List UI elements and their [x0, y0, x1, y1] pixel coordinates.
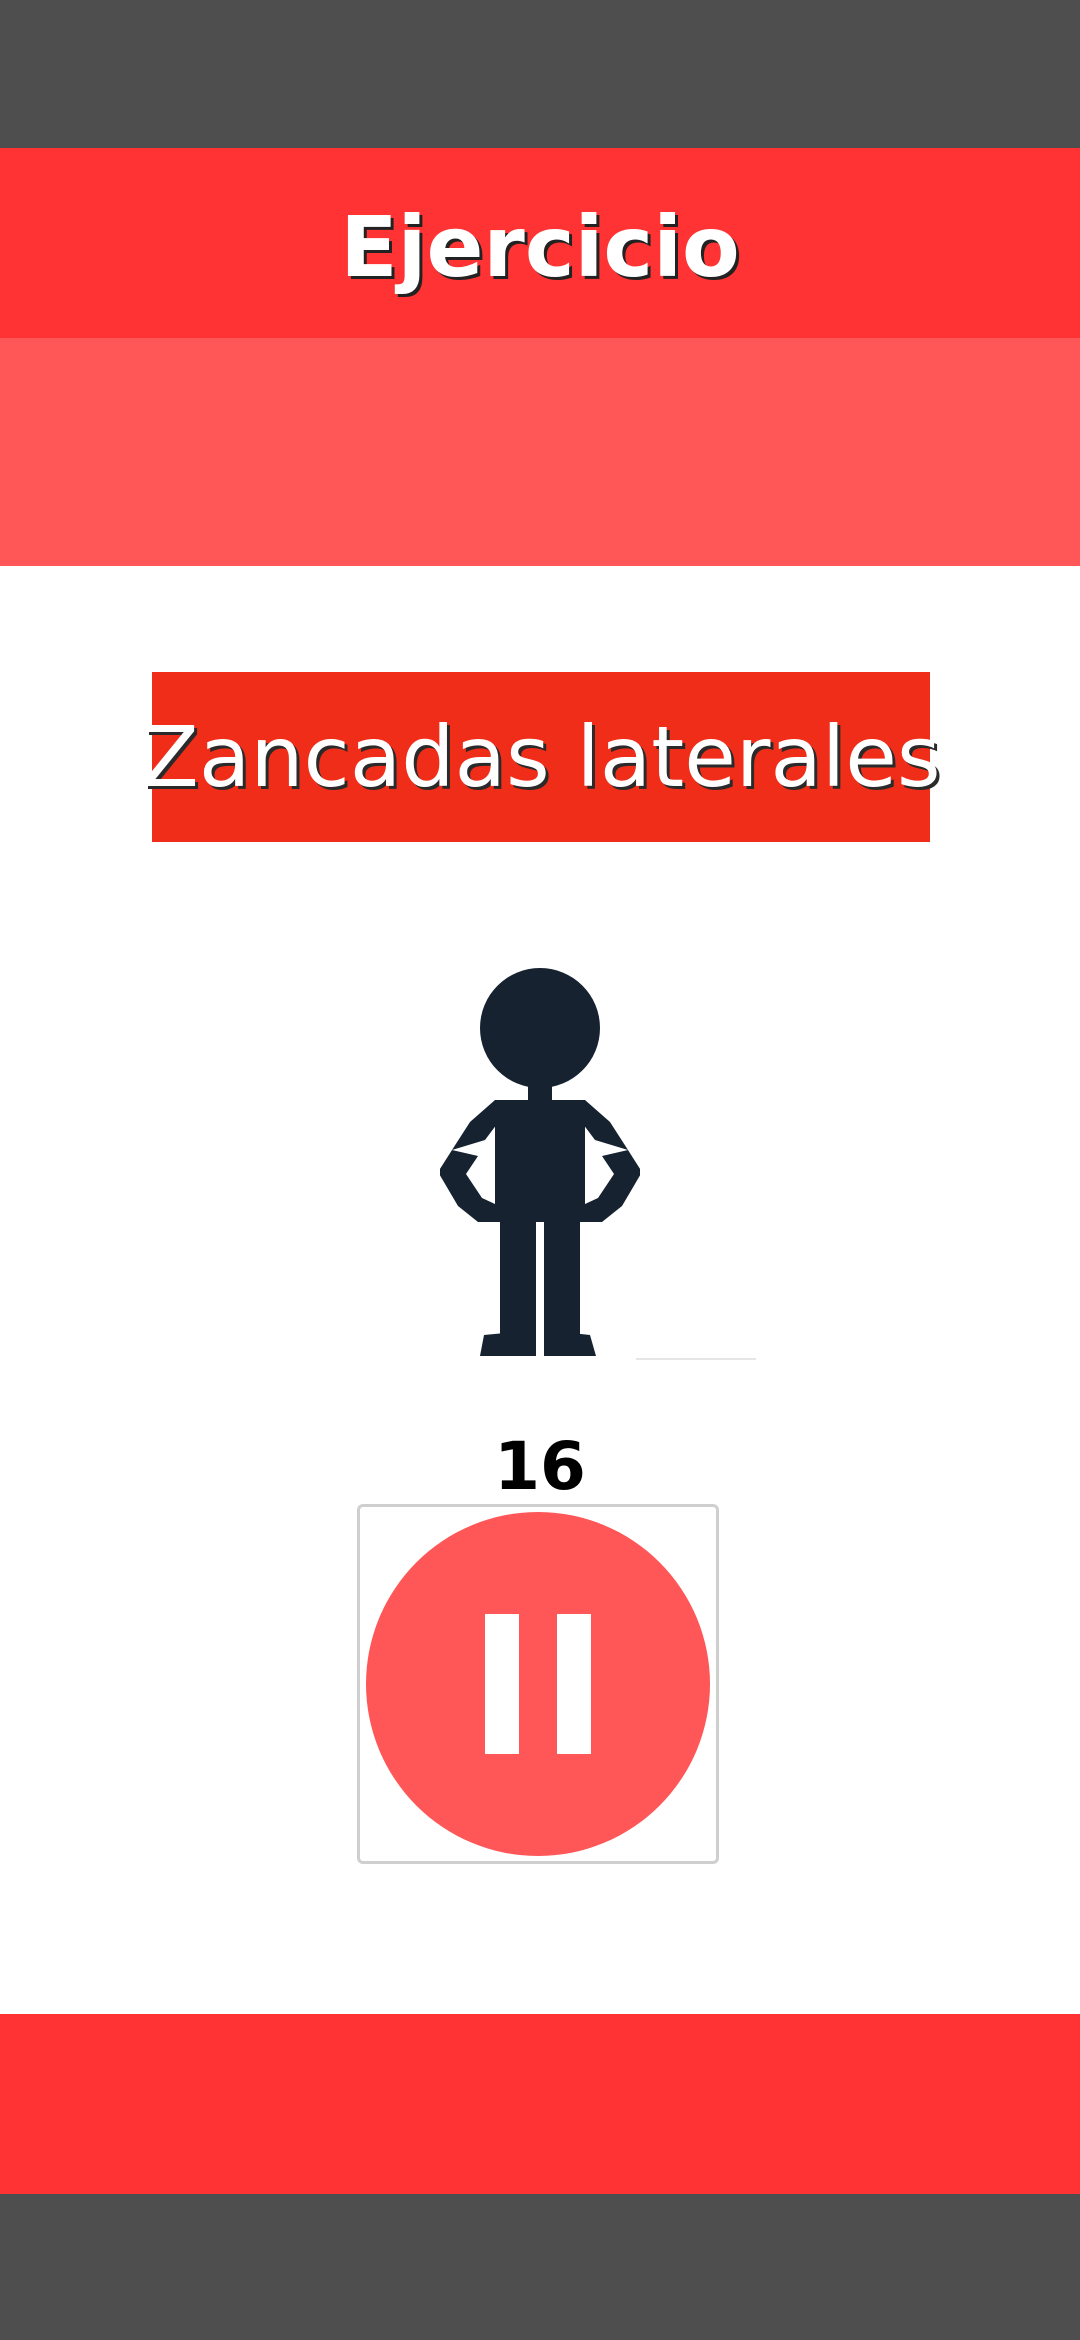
- exercise-name-banner: Zancadas laterales: [141, 672, 941, 842]
- navigation-bar: [0, 2194, 1080, 2340]
- exercise-name: Zancadas laterales: [141, 708, 941, 806]
- title-bar: Ejercicio: [0, 148, 1080, 338]
- pause-button[interactable]: [357, 1504, 719, 1864]
- bottom-bar: [0, 2014, 1080, 2194]
- header-sub-band: [0, 338, 1080, 566]
- rep-counter: 16: [494, 1428, 586, 1505]
- pause-bar-left: [485, 1614, 519, 1754]
- stick-figure-icon: [438, 960, 642, 1360]
- pause-icon: [366, 1512, 710, 1856]
- pause-bar-right: [557, 1614, 591, 1754]
- page-title: Ejercicio: [340, 198, 740, 296]
- ground-line: [636, 1358, 756, 1360]
- status-bar: [0, 0, 1080, 148]
